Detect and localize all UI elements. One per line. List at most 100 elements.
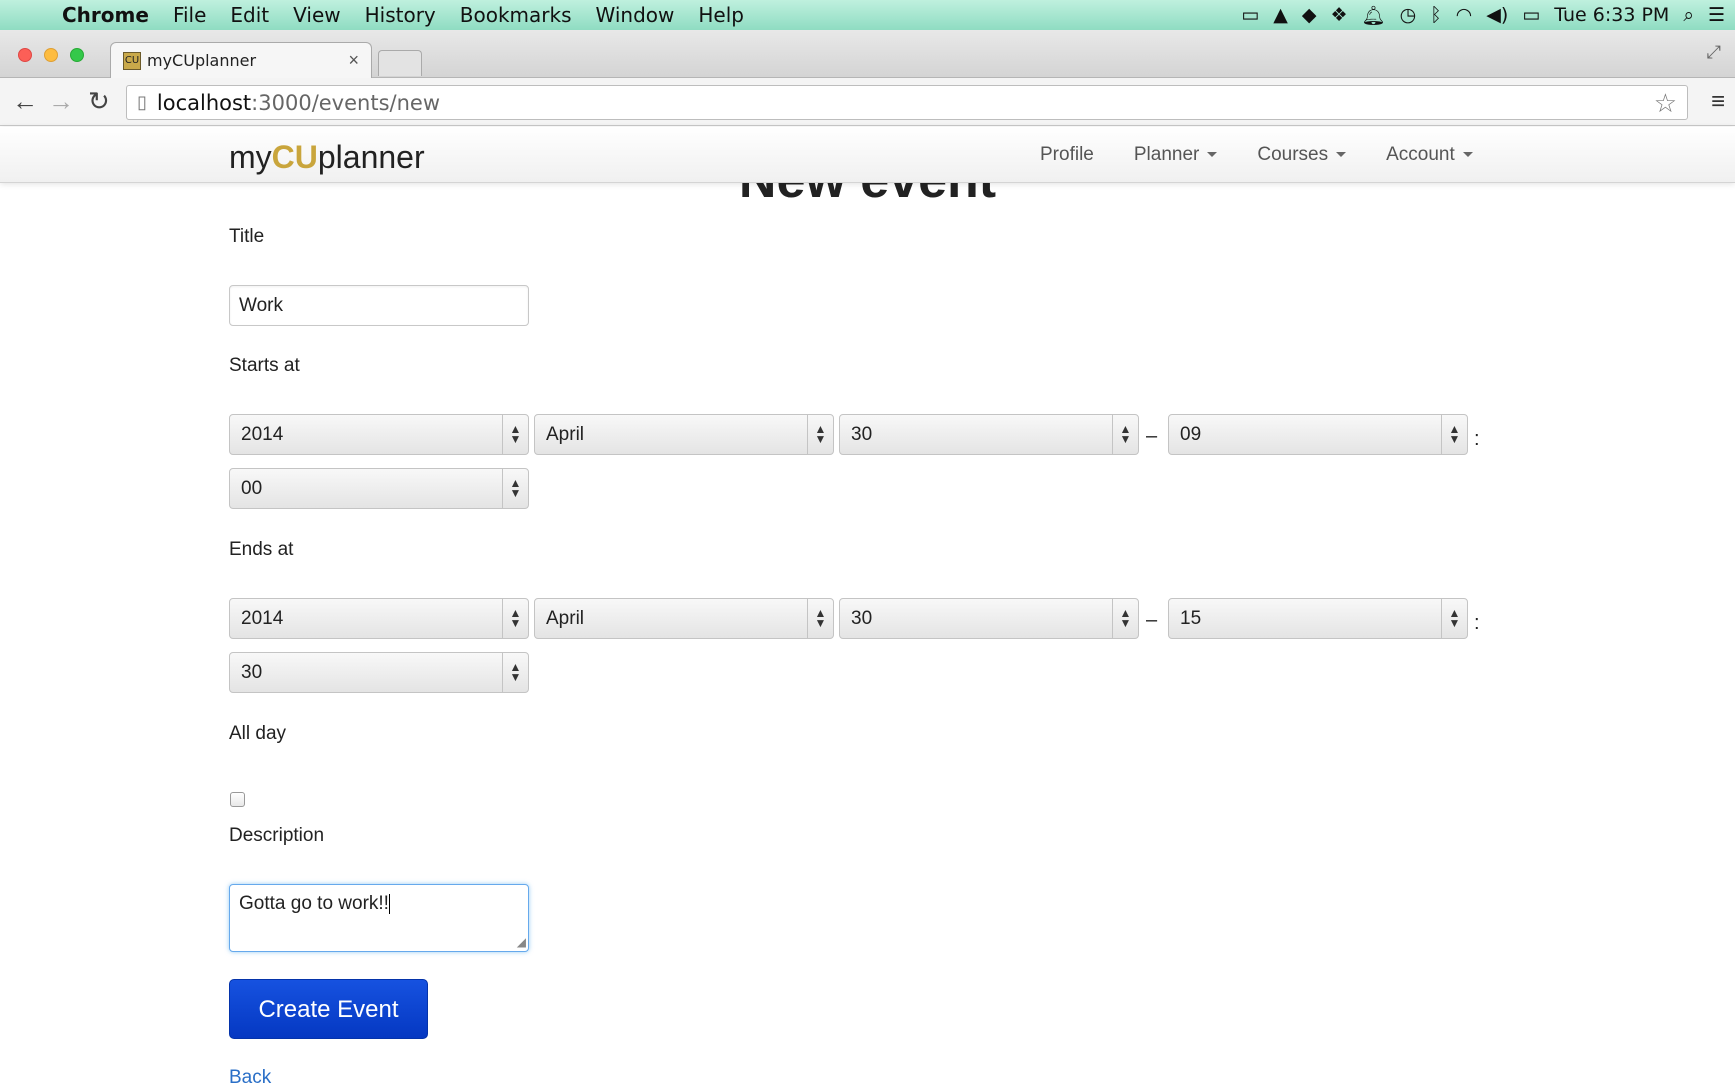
google-drive-icon[interactable]: ▲: [1273, 4, 1288, 26]
all-day-label: All day: [229, 723, 287, 744]
select-arrows-icon: ▲ ▼: [502, 653, 528, 692]
address-bar[interactable]: ▯ localhost :3000/events/new ☆: [126, 85, 1688, 120]
start-minute-value: 00: [241, 478, 263, 499]
date-time-separator: –: [1146, 425, 1158, 447]
nav-planner-label: Planner: [1133, 144, 1200, 165]
volume-icon[interactable]: ◀): [1486, 4, 1508, 26]
start-year-value: 2014: [241, 424, 284, 445]
dropbox-icon[interactable]: ❖: [1331, 4, 1348, 26]
browser-tab[interactable]: CU myCUplanner ×: [110, 42, 372, 78]
menu-chrome[interactable]: Chrome: [50, 3, 161, 27]
menu-history[interactable]: History: [353, 3, 448, 27]
notification-center-icon[interactable]: ☰: [1708, 4, 1725, 26]
brand-logo[interactable]: myCUplanner: [229, 139, 425, 176]
browser-toolbar: ← → ↻ ▯ localhost :3000/events/new ☆ ≡: [0, 78, 1735, 126]
end-minute-value: 30: [241, 662, 263, 683]
fullscreen-icon[interactable]: ⤢: [1707, 42, 1721, 63]
end-hour-value: 15: [1180, 608, 1202, 629]
start-month-value: April: [546, 424, 585, 445]
menu-edit[interactable]: Edit: [218, 3, 281, 27]
battery-icon[interactable]: ▭: [1522, 4, 1540, 26]
text-cursor: [388, 893, 390, 914]
resize-grip-icon[interactable]: ◢: [517, 935, 526, 949]
start-hour-value: 09: [1180, 424, 1202, 445]
bookmark-star-icon[interactable]: ☆: [1654, 88, 1677, 119]
back-link[interactable]: Back: [229, 1067, 271, 1089]
brand-cu: CU: [271, 139, 318, 175]
back-arrow-icon[interactable]: ←: [12, 86, 38, 117]
url-path: :3000/events/new: [251, 90, 440, 115]
nav-account-dropdown[interactable]: Account: [1366, 144, 1493, 166]
window-minimize-button[interactable]: [44, 48, 58, 62]
select-arrows-icon: ▲ ▼: [1112, 415, 1138, 454]
select-arrows-icon: ▲ ▼: [502, 599, 528, 638]
end-day-select[interactable]: 30 ▲ ▼: [839, 598, 1139, 639]
end-year-value: 2014: [241, 608, 284, 629]
time-machine-icon[interactable]: ◷: [1400, 4, 1417, 26]
date-time-separator: –: [1146, 609, 1158, 631]
starts-at-label: Starts at: [229, 355, 300, 376]
window-zoom-button[interactable]: [70, 48, 84, 62]
select-arrows-icon: ▲ ▼: [1441, 599, 1467, 638]
start-year-select[interactable]: 2014 ▲ ▼: [229, 414, 529, 455]
new-tab-button[interactable]: [378, 50, 422, 76]
browser-tab-strip: CU myCUplanner × ⤢: [0, 30, 1735, 78]
title-input[interactable]: Work: [229, 285, 529, 326]
time-colon: :: [1474, 612, 1480, 634]
ends-at-label: Ends at: [229, 539, 294, 560]
end-hour-select[interactable]: 15 ▲ ▼: [1168, 598, 1468, 639]
caret-down-icon: [1462, 152, 1473, 158]
spotlight-search-icon[interactable]: ⌕: [1683, 4, 1694, 26]
page-icon: ▯: [137, 92, 147, 112]
start-minute-select[interactable]: 00 ▲ ▼: [229, 468, 529, 509]
window-close-button[interactable]: [18, 48, 32, 62]
time-colon: :: [1474, 428, 1480, 450]
caret-down-icon: [1336, 152, 1347, 158]
all-day-checkbox[interactable]: [230, 792, 245, 807]
create-event-button[interactable]: Create Event: [229, 979, 428, 1039]
select-arrows-icon: ▲ ▼: [807, 599, 833, 638]
end-month-select[interactable]: April ▲ ▼: [534, 598, 834, 639]
start-day-value: 30: [851, 424, 873, 445]
wifi-icon[interactable]: ◠: [1456, 4, 1473, 26]
title-label: Title: [229, 226, 265, 247]
select-arrows-icon: ▲ ▼: [1112, 599, 1138, 638]
nav-courses-dropdown[interactable]: Courses: [1237, 144, 1366, 166]
menu-window[interactable]: Window: [584, 3, 687, 27]
select-arrows-icon: ▲ ▼: [1441, 415, 1467, 454]
select-arrows-icon: ▲ ▼: [502, 415, 528, 454]
end-minute-select[interactable]: 30 ▲ ▼: [229, 652, 529, 693]
tab-close-icon[interactable]: ×: [348, 50, 359, 71]
start-month-select[interactable]: April ▲ ▼: [534, 414, 834, 455]
end-month-value: April: [546, 608, 585, 629]
nav-planner-dropdown[interactable]: Planner: [1114, 144, 1238, 166]
description-label: Description: [229, 825, 325, 846]
nav-links: Profile Planner Courses Account: [1020, 127, 1493, 183]
start-day-select[interactable]: 30 ▲ ▼: [839, 414, 1139, 455]
cu-favicon-icon: CU: [123, 51, 141, 70]
nav-profile[interactable]: Profile: [1020, 144, 1114, 166]
airplay-icon[interactable]: ▭: [1241, 4, 1259, 26]
nav-profile-label: Profile: [1040, 144, 1094, 165]
menu-view[interactable]: View: [281, 3, 352, 27]
nav-account-label: Account: [1386, 144, 1455, 165]
menu-bookmarks[interactable]: Bookmarks: [448, 3, 584, 27]
brand-my: my: [229, 139, 272, 175]
chrome-menu-icon[interactable]: ≡: [1711, 88, 1725, 116]
tab-title: myCUplanner: [147, 51, 257, 70]
macos-menu-bar: Chrome File Edit View History Bookmarks …: [0, 0, 1735, 30]
forward-arrow-icon[interactable]: →: [48, 86, 74, 117]
nav-courses-label: Courses: [1257, 144, 1329, 165]
start-hour-select[interactable]: 09 ▲ ▼: [1168, 414, 1468, 455]
end-day-value: 30: [851, 608, 873, 629]
description-text: Gotta go to work!!: [239, 893, 389, 914]
end-year-select[interactable]: 2014 ▲ ▼: [229, 598, 529, 639]
bluetooth-icon[interactable]: ᛒ: [1430, 4, 1441, 26]
notification-bell-icon[interactable]: 🔔︎: [1362, 4, 1386, 27]
menu-file[interactable]: File: [161, 3, 218, 27]
evernote-icon[interactable]: ◆: [1302, 4, 1317, 26]
menu-clock[interactable]: Tue 6:33 PM: [1554, 4, 1669, 26]
reload-icon[interactable]: ↻: [88, 86, 110, 117]
description-textarea[interactable]: Gotta go to work!! ◢: [229, 884, 529, 952]
menu-help[interactable]: Help: [686, 3, 756, 27]
